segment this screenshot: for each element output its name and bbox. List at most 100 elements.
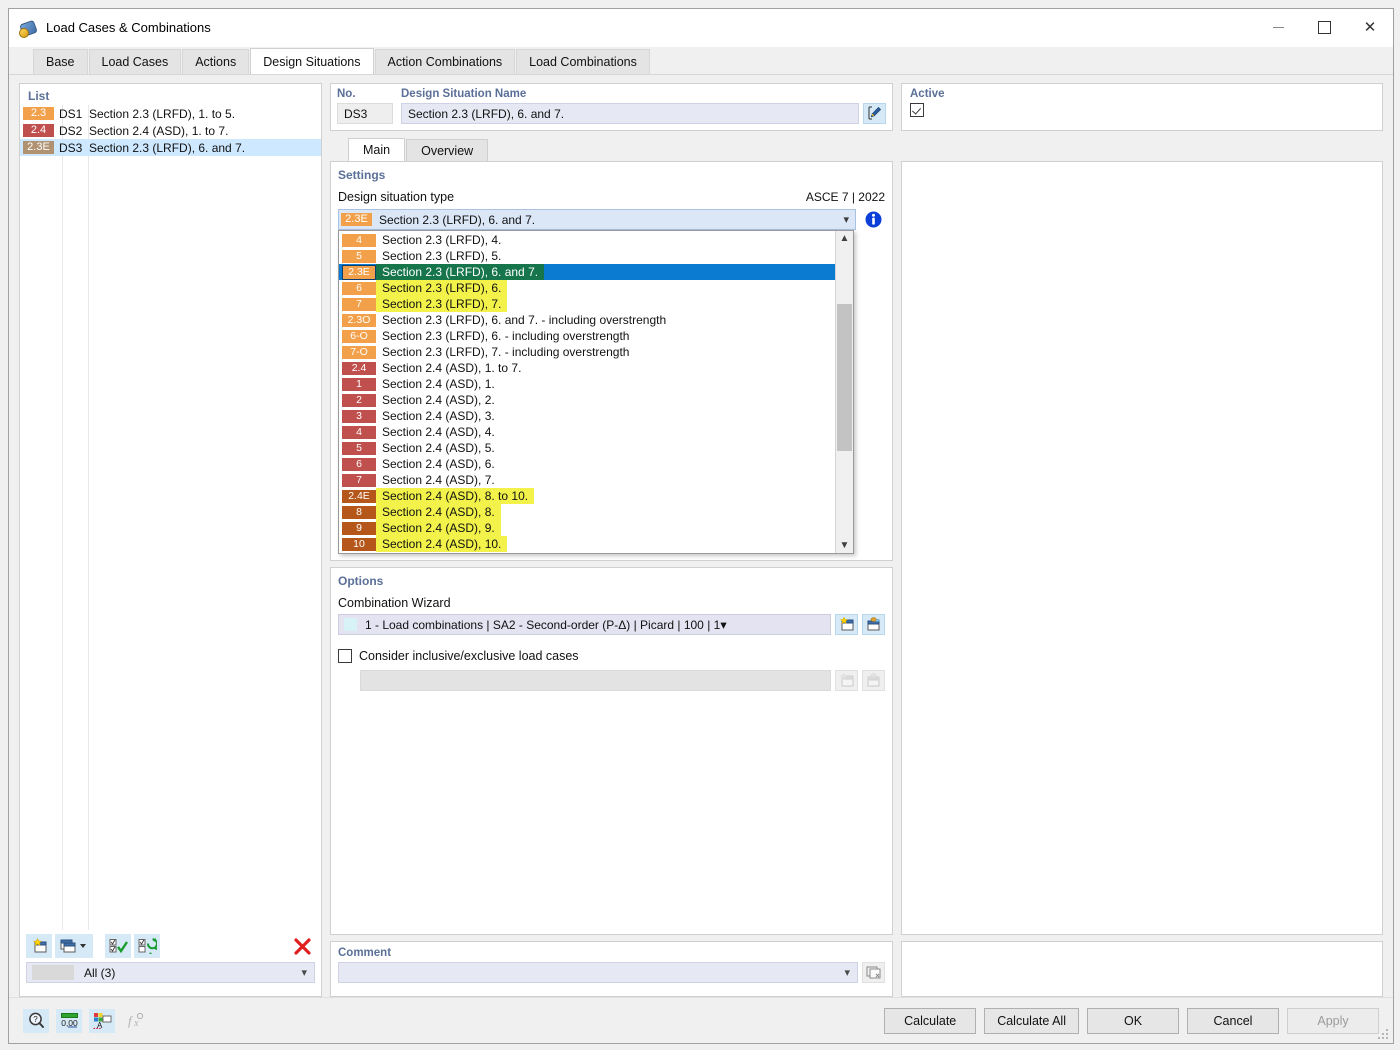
tab-action-combinations[interactable]: Action Combinations <box>374 49 516 74</box>
design-situation-name-input[interactable]: Section 2.3 (LRFD), 6. and 7. <box>401 103 859 124</box>
scrollbar-thumb[interactable] <box>837 304 852 451</box>
maximize-icon <box>1317 21 1331 34</box>
dropdown-item[interactable]: 6 Section 2.3 (LRFD), 6. <box>339 280 835 296</box>
scroll-down-arrow-icon[interactable]: ▼ <box>836 538 853 553</box>
new-wizard-icon-disabled <box>839 673 853 687</box>
edit-combination-wizard-button[interactable] <box>862 614 885 635</box>
options-section: Options Combination Wizard 1 - Load comb… <box>330 567 893 935</box>
dropdown-item-label: Section 2.4 (ASD), 7. <box>382 473 495 487</box>
new-design-situation-button[interactable] <box>26 934 52 958</box>
tab-load-combinations[interactable]: Load Combinations <box>516 49 650 74</box>
minimize-button[interactable] <box>1255 9 1301 46</box>
info-button[interactable] <box>862 209 885 230</box>
options-caption: Options <box>338 574 384 588</box>
dropdown-item[interactable]: 2.3O Section 2.3 (LRFD), 6. and 7. - incl… <box>339 312 835 328</box>
calculate-all-button[interactable]: Calculate All <box>984 1007 1079 1034</box>
dropdown-scrollbar[interactable]: ▲ ▼ <box>835 231 853 553</box>
list-filter-select[interactable]: All (3) ▾ <box>26 962 315 983</box>
inner-tab-main[interactable]: Main <box>348 138 406 161</box>
design-situation-type-combo[interactable]: 2.3E Section 2.3 (LRFD), 6. and 7. ▾ <box>338 209 856 230</box>
inner-tab-overview[interactable]: Overview <box>406 139 489 161</box>
consider-inclusive-exclusive-label: Consider inclusive/exclusive load cases <box>359 649 579 663</box>
copy-design-situation-button[interactable] <box>55 934 93 958</box>
maximize-button[interactable] <box>1301 9 1347 46</box>
dropdown-item[interactable]: 5 Section 2.3 (LRFD), 5. <box>339 248 835 264</box>
edit-name-button[interactable] <box>863 103 886 124</box>
dropdown-item-badge: 2 <box>342 393 376 407</box>
function-icon: f x <box>128 1012 143 1029</box>
tab-load-cases[interactable]: Load Cases <box>88 49 182 74</box>
tab-actions[interactable]: Actions <box>182 49 250 74</box>
delete-button[interactable] <box>289 934 315 958</box>
design-situation-list[interactable]: 2.3 DS1 Section 2.3 (LRFD), 1. to 5. 2.4 DS2… <box>20 105 321 930</box>
dropdown-item[interactable]: 2 Section 2.4 (ASD), 2. <box>339 392 835 408</box>
dropdown-item[interactable]: 7-O Section 2.3 (LRFD), 7. - including ov… <box>339 344 835 360</box>
comment-caption: Comment <box>338 947 392 959</box>
invert-selection-button[interactable] <box>134 934 160 958</box>
tab-design-situations[interactable]: Design Situations <box>250 48 374 74</box>
dropdown-item[interactable]: 8 Section 2.4 (ASD), 8. <box>339 504 835 520</box>
new-window-icon <box>32 938 46 953</box>
comment-input[interactable]: ▾ <box>338 962 858 983</box>
dropdown-item[interactable]: 7 Section 2.3 (LRFD), 7. <box>339 296 835 312</box>
list-panel-caption: List <box>28 89 50 103</box>
scroll-up-arrow-icon[interactable]: ▲ <box>836 231 853 246</box>
list-item[interactable]: 2.3 DS1 Section 2.3 (LRFD), 1. to 5. <box>20 105 321 122</box>
dropdown-item[interactable]: 4 Section 2.3 (LRFD), 4. <box>339 232 835 248</box>
units-button[interactable]: 0,00 <box>56 1008 82 1033</box>
no-caption: No. <box>337 88 356 100</box>
dropdown-item[interactable]: 6-O Section 2.3 (LRFD), 6. - including ov… <box>339 328 835 344</box>
comment-library-button[interactable] <box>862 962 885 983</box>
consider-inclusive-exclusive-checkbox[interactable] <box>338 649 352 663</box>
dropdown-item-badge: 5 <box>342 441 376 455</box>
chevron-down-icon: ▾ <box>844 967 850 979</box>
dropdown-item-badge: 2.4 <box>342 361 376 375</box>
list-toolbar <box>20 930 321 962</box>
scrollbar-track[interactable] <box>836 246 853 538</box>
ok-button[interactable]: OK <box>1087 1007 1179 1034</box>
edit-wizard-icon <box>867 617 879 631</box>
dropdown-item-badge: 7 <box>342 473 376 487</box>
list-item[interactable]: 2.4 DS2 Section 2.4 (ASD), 1. to 7. <box>20 122 321 139</box>
dropdown-item-badge: 2.3O <box>342 313 376 327</box>
close-button[interactable]: ✕ <box>1347 9 1393 46</box>
dropdown-item[interactable]: 10 Section 2.4 (ASD), 10. <box>339 536 835 552</box>
dropdown-items[interactable]: 4 Section 2.3 (LRFD), 4. 5 Section 2.3 (LRF… <box>339 231 835 553</box>
svg-text:?: ? <box>33 1015 38 1024</box>
name-caption: Design Situation Name <box>401 88 527 100</box>
display-properties-button[interactable]: A <box>89 1008 115 1033</box>
dropdown-item[interactable]: 2.4E Section 2.4 (ASD), 8. to 10. <box>339 488 835 504</box>
active-checkbox[interactable] <box>910 103 924 117</box>
dropdown-item-label: Section 2.4 (ASD), 6. <box>382 457 495 471</box>
cancel-button[interactable]: Cancel <box>1187 1007 1279 1034</box>
comment-card: Comment ▾ <box>330 941 893 997</box>
window-title: Load Cases & Combinations <box>46 20 211 35</box>
dropdown-item-badge: 6-O <box>342 329 376 343</box>
dropdown-item-badge: 2.4E <box>342 489 376 503</box>
resize-grip[interactable] <box>1376 1027 1388 1039</box>
dropdown-item-badge: 10 <box>342 537 376 551</box>
calculate-button[interactable]: Calculate <box>884 1007 977 1034</box>
main-tab-strip: Base Load Cases Actions Design Situations Ac… <box>9 47 1393 75</box>
dropdown-item-badge: 2.3E <box>342 264 376 280</box>
dropdown-item[interactable]: 2.3E Section 2.3 (LRFD), 6. and 7. <box>339 264 835 280</box>
dropdown-item[interactable]: 3 Section 2.4 (ASD), 3. <box>339 408 835 424</box>
dropdown-item[interactable]: 2.4 Section 2.4 (ASD), 1. to 7. <box>339 360 835 376</box>
tab-base[interactable]: Base <box>33 49 88 74</box>
dropdown-item[interactable]: 4 Section 2.4 (ASD), 4. <box>339 424 835 440</box>
dropdown-item[interactable]: 6 Section 2.4 (ASD), 6. <box>339 456 835 472</box>
combination-wizard-select[interactable]: 1 - Load combinations | SA2 - Second-ord… <box>338 614 831 635</box>
design-situation-type-dropdown[interactable]: 4 Section 2.3 (LRFD), 4. 5 Section 2.3 (LRF… <box>338 230 854 554</box>
new-combination-wizard-button[interactable] <box>835 614 858 635</box>
help-magnifier-button[interactable]: ? <box>23 1008 49 1033</box>
invert-selection-icon <box>138 938 157 954</box>
list-item[interactable]: 2.3E DS3 Section 2.3 (LRFD), 6. and 7. <box>20 139 321 156</box>
dropdown-item[interactable]: 9 Section 2.4 (ASD), 9. <box>339 520 835 536</box>
settings-section: Settings Design situation type ASCE 7 | … <box>330 161 893 561</box>
edit-inclusive-wizard-button <box>862 670 885 691</box>
active-card: Active <box>901 83 1383 131</box>
dropdown-item[interactable]: 7 Section 2.4 (ASD), 7. <box>339 472 835 488</box>
select-all-button[interactable] <box>105 934 131 958</box>
dropdown-item[interactable]: 1 Section 2.4 (ASD), 1. <box>339 376 835 392</box>
dropdown-item[interactable]: 5 Section 2.4 (ASD), 5. <box>339 440 835 456</box>
